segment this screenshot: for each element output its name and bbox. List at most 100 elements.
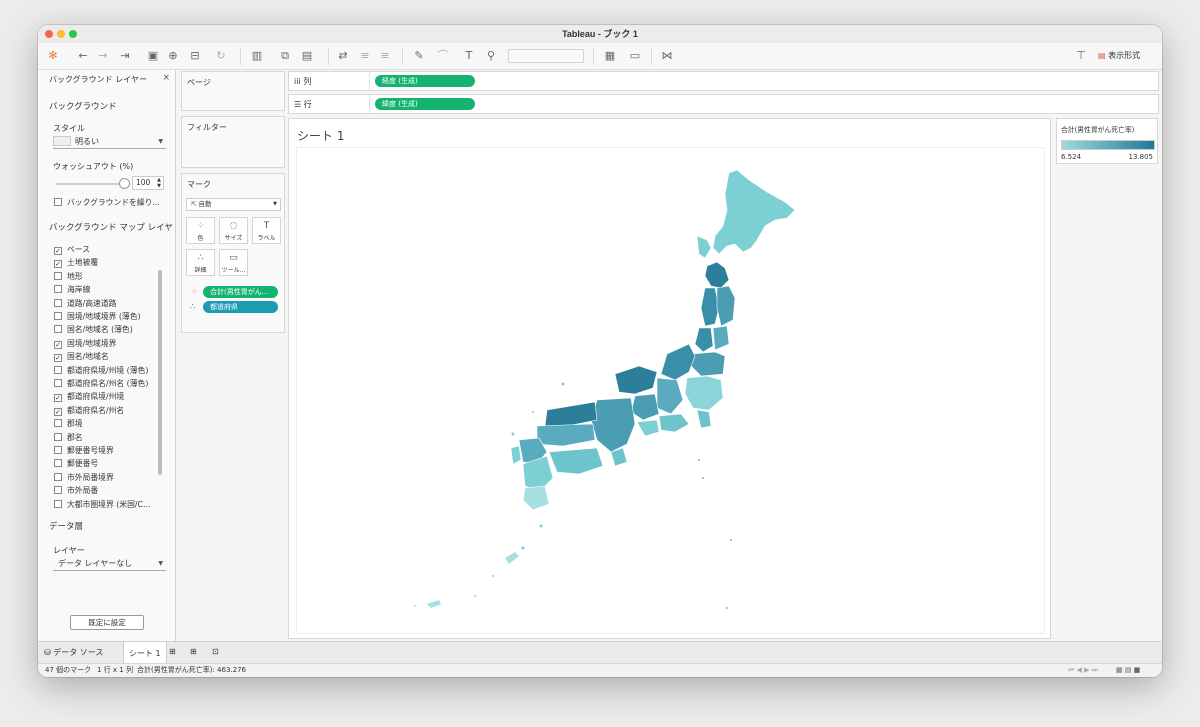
checkbox-icon[interactable]: ✓ xyxy=(54,354,62,363)
color-pill[interactable]: 合計(男性胃がん... xyxy=(203,286,278,298)
map-layer-checkbox[interactable]: 市外局番境界 xyxy=(54,472,114,486)
checkbox-icon[interactable] xyxy=(54,379,62,387)
checkbox-icon[interactable] xyxy=(54,325,62,334)
map-layer-checkbox[interactable]: 道路/高速道路 xyxy=(54,298,116,312)
checkbox-icon[interactable] xyxy=(54,312,62,320)
sort-desc-icon[interactable]: ≡ xyxy=(378,49,392,63)
map-layer-checkbox[interactable]: ✓ 都道府県境/州境 xyxy=(54,392,124,405)
style-select[interactable]: 明るい ▼ xyxy=(53,136,166,149)
map-layer-checkbox[interactable]: ✓ 都道府県名/州名 xyxy=(54,406,124,419)
map-layer-checkbox[interactable]: 都道府県名/州名 (薄色) xyxy=(54,379,148,392)
new-dashboard-icon[interactable]: ⊞ xyxy=(190,647,197,656)
refresh-icon[interactable]: ↻ xyxy=(214,49,228,63)
sheet-nav-icons[interactable]: ⏮ ◀ ▶ ⏭ xyxy=(1068,664,1098,677)
new-story-icon[interactable]: ⊡ xyxy=(212,647,219,656)
tooltip-button[interactable]: ▭ ツール... xyxy=(219,249,248,276)
repeat-background-checkbox[interactable]: バックグラウンドを繰り... xyxy=(54,198,160,211)
set-default-button[interactable]: 既定に設定 xyxy=(70,615,144,630)
sort-asc-icon[interactable]: ≡ xyxy=(358,49,372,63)
detail-pill[interactable]: 都道府県 xyxy=(203,301,278,313)
show-me-button[interactable]: ▤ 表示形式 xyxy=(1098,50,1140,61)
checkbox-icon[interactable] xyxy=(54,271,62,280)
save-icon[interactable]: ▣ xyxy=(146,49,160,63)
zoom-window-button[interactable] xyxy=(69,30,77,38)
undo-icon[interactable]: ← xyxy=(76,49,90,63)
checkbox-icon[interactable] xyxy=(54,446,62,454)
map-layer-checkbox[interactable]: 郡名 xyxy=(54,432,83,446)
minimize-window-button[interactable] xyxy=(57,30,65,38)
map-layer-checkbox[interactable]: 国境/地域境界 (薄色) xyxy=(54,312,141,325)
washout-slider-handle[interactable] xyxy=(119,178,130,189)
share-icon[interactable]: ⋈ xyxy=(660,49,674,63)
map-layer-checkbox[interactable]: 郵便番号境界 xyxy=(54,446,114,459)
map-layer-checkbox[interactable]: 郡境 xyxy=(54,419,83,432)
color-legend[interactable]: 合計(男性胃がん死亡率) 6.524 13.805 xyxy=(1056,118,1158,164)
replay-icon[interactable]: ⇥ xyxy=(118,49,132,63)
redo-icon[interactable]: → xyxy=(96,49,110,63)
map-layer-checkbox[interactable]: 市外局番 xyxy=(54,486,98,499)
new-datasource-icon[interactable]: ⊕ xyxy=(166,49,180,63)
fit-dropdown[interactable] xyxy=(508,49,584,63)
pause-update-icon[interactable]: ⊟ xyxy=(188,49,202,63)
size-button[interactable]: ◌ サイズ xyxy=(219,217,248,244)
checkbox-icon[interactable]: ✓ xyxy=(54,407,62,416)
map-layer-checkbox[interactable]: 海岸線 xyxy=(54,285,90,298)
view-mode-icons[interactable]: ▦ ▤ ■ xyxy=(1116,664,1140,677)
checkbox-icon[interactable]: ✓ xyxy=(54,260,62,269)
washout-slider-track[interactable] xyxy=(56,183,121,185)
japan-map[interactable] xyxy=(297,148,1046,635)
checkbox-icon[interactable]: ✓ xyxy=(54,394,62,403)
checkbox-icon[interactable] xyxy=(54,472,62,481)
duplicate-sheet-icon[interactable]: ⧉ xyxy=(278,49,292,63)
close-window-button[interactable] xyxy=(45,30,53,38)
map-layer-checkbox[interactable]: ✓ 国名/地域名 xyxy=(54,352,109,365)
map-area[interactable] xyxy=(296,147,1045,634)
format-painter-icon[interactable]: ⊤ xyxy=(1074,49,1088,63)
rows-shelf[interactable]: ☰ 行 緯度 (生成) xyxy=(288,94,1159,114)
presentation-icon[interactable]: ▭ xyxy=(628,49,642,63)
datasource-tab[interactable]: ⛁ データ ソース xyxy=(44,647,103,658)
checkbox-icon[interactable] xyxy=(54,486,62,495)
longitude-pill[interactable]: 経度 (生成) xyxy=(375,75,475,87)
sheet1-tab[interactable]: シート 1 xyxy=(123,642,167,664)
checkbox-icon[interactable]: ✓ xyxy=(54,340,62,349)
highlight-icon[interactable]: ✎ xyxy=(412,49,426,63)
map-layer-checkbox[interactable]: ✓ 土地被覆 xyxy=(54,258,98,271)
map-layer-checkbox[interactable]: 国名/地域名 (薄色) xyxy=(54,325,133,338)
clear-sheet-icon[interactable]: ▤ xyxy=(300,49,314,63)
latitude-pill[interactable]: 緯度 (生成) xyxy=(375,98,475,110)
data-layer-select[interactable]: データ レイヤーなし ▼ xyxy=(53,558,166,571)
tableau-logo-icon[interactable]: ✻ xyxy=(46,49,60,63)
pages-card[interactable]: ページ xyxy=(181,71,285,111)
close-icon[interactable]: × xyxy=(162,73,170,83)
columns-shelf[interactable]: iii 列 経度 (生成) xyxy=(288,71,1159,91)
checkbox-icon[interactable] xyxy=(54,499,62,508)
show-cards-icon[interactable]: ▦ xyxy=(603,49,617,63)
filters-card[interactable]: フィルター xyxy=(181,116,285,168)
washout-input[interactable]: 100 ▲ ▼ xyxy=(132,176,164,190)
checkbox-icon[interactable] xyxy=(54,298,62,307)
color-button[interactable]: ⁘ 色 xyxy=(186,217,215,244)
detail-button[interactable]: ∴ 詳細 xyxy=(186,249,215,276)
map-layer-checkbox[interactable]: ✓ 国境/地域境界 xyxy=(54,339,116,352)
new-sheet-icon[interactable]: ▥ xyxy=(250,49,264,63)
checkbox-icon[interactable] xyxy=(54,365,62,374)
checkbox-icon[interactable] xyxy=(54,285,62,294)
checkbox-icon[interactable] xyxy=(54,459,62,468)
mark-type-select[interactable]: ⇱ 自動 ▼ xyxy=(186,198,281,211)
group-icon[interactable]: ⌒ xyxy=(436,49,450,63)
map-layer-checkbox[interactable]: 郵便番号 xyxy=(54,459,98,472)
map-layer-checkbox[interactable]: ✓ ベース xyxy=(54,245,90,258)
checkbox-icon[interactable] xyxy=(54,419,62,428)
swap-icon[interactable]: ⇄ xyxy=(336,49,350,63)
layer-list-scrollbar[interactable] xyxy=(158,270,162,475)
label-button[interactable]: T ラベル xyxy=(252,217,281,244)
map-layer-checkbox[interactable]: 地形 xyxy=(54,271,83,285)
map-layer-checkbox[interactable]: 大都市圏境界 (米国/C... xyxy=(54,499,150,513)
checkbox-icon[interactable] xyxy=(54,432,62,441)
map-layer-checkbox[interactable]: 都道府県境/州境 (薄色) xyxy=(54,365,148,379)
fix-axes-icon[interactable]: ⚲ xyxy=(484,49,498,63)
checkbox-icon[interactable]: ✓ xyxy=(54,247,62,255)
label-icon[interactable]: T xyxy=(462,49,476,63)
new-worksheet-icon[interactable]: ⊞ xyxy=(169,647,176,656)
